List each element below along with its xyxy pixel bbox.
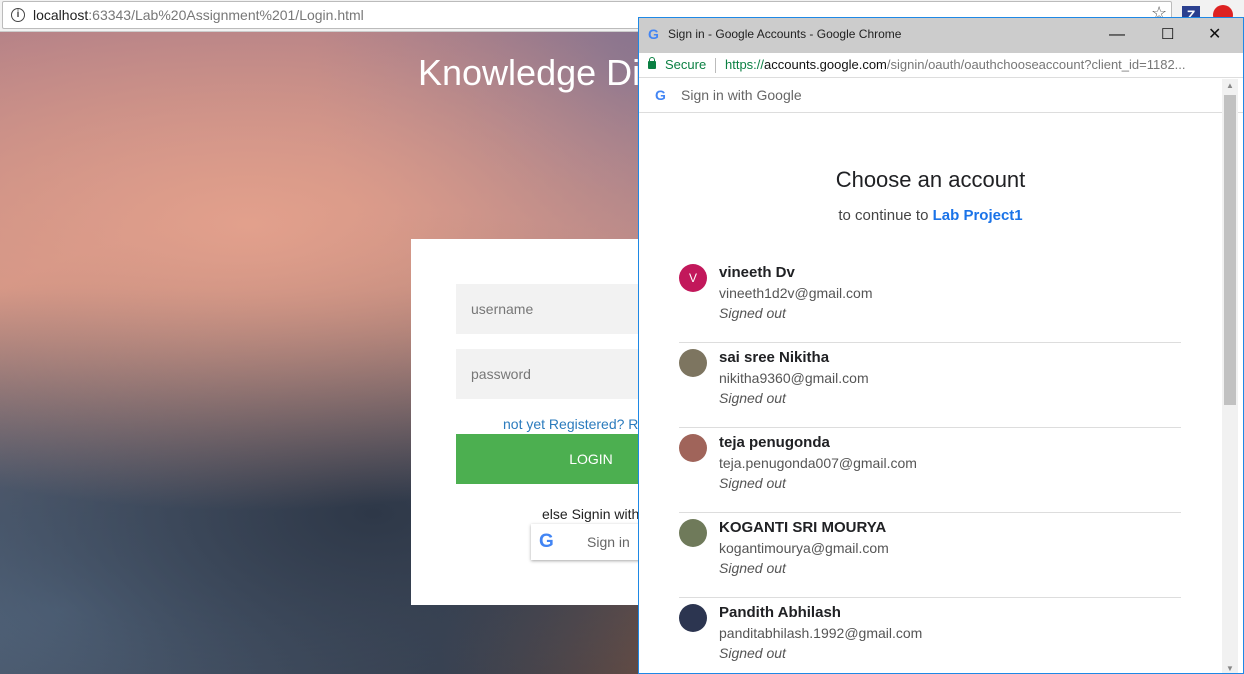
account-status: Signed out: [719, 390, 786, 406]
account-status: Signed out: [719, 560, 786, 576]
register-link[interactable]: not yet Registered? R: [503, 416, 638, 432]
account-item[interactable]: Pandith Abhilash panditabhilash.1992@gma…: [679, 598, 1181, 673]
else-signin-text: else Signin with: [542, 506, 640, 522]
account-name: sai sree Nikitha: [719, 349, 830, 366]
google-logo-icon: G: [655, 87, 666, 103]
popup-url: https://accounts.google.com/signin/oauth…: [725, 57, 1186, 72]
google-logo-icon: G: [648, 26, 659, 42]
scroll-up-icon[interactable]: ▲: [1226, 81, 1234, 90]
page-title: Knowledge Di: [418, 52, 641, 93]
scroll-down-icon[interactable]: ▼: [1226, 664, 1234, 673]
account-item[interactable]: sai sree Nikitha nikitha9360@gmail.com S…: [679, 343, 1181, 428]
app-name-link[interactable]: Lab Project1: [933, 207, 1023, 224]
google-logo-icon: G: [539, 531, 554, 552]
signin-header: G Sign in with Google: [639, 78, 1243, 113]
divider: [715, 58, 716, 73]
avatar: [679, 519, 707, 547]
minimize-icon[interactable]: —: [1109, 18, 1125, 51]
scrollbar[interactable]: ▲ ▼: [1222, 79, 1238, 673]
choose-account-heading: Choose an account: [835, 167, 1026, 192]
account-item[interactable]: V vineeth Dv vineeth1d2v@gmail.com Signe…: [679, 258, 1181, 343]
account-email: kogantimourya@gmail.com: [719, 540, 889, 556]
account-email: teja.penugonda007@gmail.com: [719, 455, 917, 471]
avatar: [679, 604, 707, 632]
close-icon[interactable]: ✕: [1208, 18, 1221, 51]
account-name: teja penugonda: [719, 434, 830, 451]
maximize-icon[interactable]: ☐: [1161, 18, 1174, 51]
account-item[interactable]: teja penugonda teja.penugonda007@gmail.c…: [679, 428, 1181, 513]
avatar: [679, 434, 707, 462]
scrollbar-thumb[interactable]: [1224, 95, 1236, 405]
info-icon[interactable]: i: [11, 8, 25, 22]
account-email: panditabhilash.1992@gmail.com: [719, 625, 923, 641]
account-name: Pandith Abhilash: [719, 604, 841, 621]
window-titlebar: G Sign in - Google Accounts - Google Chr…: [639, 18, 1243, 53]
account-name: vineeth Dv: [719, 264, 795, 281]
account-item[interactable]: KOGANTI SRI MOURYA kogantimourya@gmail.c…: [679, 513, 1181, 598]
account-status: Signed out: [719, 305, 786, 321]
popup-address-bar[interactable]: Secure https://accounts.google.com/signi…: [639, 53, 1243, 78]
account-email: vineeth1d2v@gmail.com: [719, 285, 873, 301]
avatar: V: [679, 264, 707, 292]
account-status: Signed out: [719, 645, 786, 661]
google-signin-window: G Sign in - Google Accounts - Google Chr…: [638, 17, 1244, 674]
account-status: Signed out: [719, 475, 786, 491]
login-card: username password not yet Registered? R …: [411, 239, 676, 605]
account-name: KOGANTI SRI MOURYA: [719, 519, 887, 536]
continue-subtitle: to continue to Lab Project1: [838, 207, 1023, 224]
account-email: nikitha9360@gmail.com: [719, 370, 869, 386]
avatar: [679, 349, 707, 377]
lock-icon: [648, 57, 656, 69]
